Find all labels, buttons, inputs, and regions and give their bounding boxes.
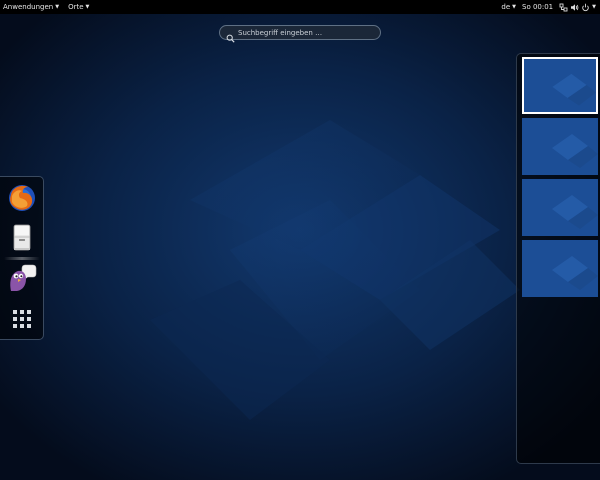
clock[interactable]: So 00:01	[522, 0, 553, 14]
dash	[0, 176, 44, 340]
workspace-thumbnail-1[interactable]	[522, 57, 598, 114]
app-grid-icon	[13, 310, 31, 328]
places-caret-icon: ▼	[85, 4, 90, 10]
dash-item-files[interactable]	[5, 221, 39, 255]
network-icon	[559, 3, 568, 12]
applications-caret-icon: ▼	[55, 4, 60, 10]
search-field[interactable]	[219, 25, 381, 43]
power-icon	[581, 3, 590, 12]
keyboard-layout-label: de	[501, 3, 511, 11]
applications-menu[interactable]: Anwendungen ▼	[3, 0, 59, 14]
workspace-thumbnail-2[interactable]	[522, 118, 598, 175]
workspace-switcher	[516, 53, 600, 464]
search-input[interactable]	[238, 28, 380, 37]
workspace-thumbnail-3[interactable]	[522, 179, 598, 236]
dash-item-firefox[interactable]	[5, 181, 39, 215]
places-menu-label: Orte	[68, 3, 84, 11]
workspace-thumbnail-4[interactable]	[522, 240, 598, 297]
places-menu[interactable]: Orte ▼	[68, 0, 89, 14]
keyboard-caret-icon: ▼	[512, 4, 517, 10]
search-icon	[226, 28, 235, 43]
system-menu[interactable]: ▼	[559, 0, 596, 14]
firefox-icon	[9, 185, 35, 211]
files-icon	[13, 224, 31, 251]
dash-item-pidgin[interactable]	[5, 261, 39, 295]
system-caret-icon: ▼	[592, 4, 596, 10]
pidgin-icon	[10, 264, 37, 291]
keyboard-layout-indicator[interactable]: de ▼	[501, 0, 516, 14]
desktop-wallpaper	[0, 0, 600, 480]
volume-icon	[570, 3, 579, 12]
applications-menu-label: Anwendungen	[3, 3, 54, 11]
running-indicator	[4, 257, 40, 260]
clock-label: So 00:01	[522, 3, 554, 11]
dash-item-show-apps[interactable]	[5, 302, 39, 336]
top-bar: Anwendungen ▼ Orte ▼ de ▼ So 00:01 ▼	[0, 0, 600, 14]
